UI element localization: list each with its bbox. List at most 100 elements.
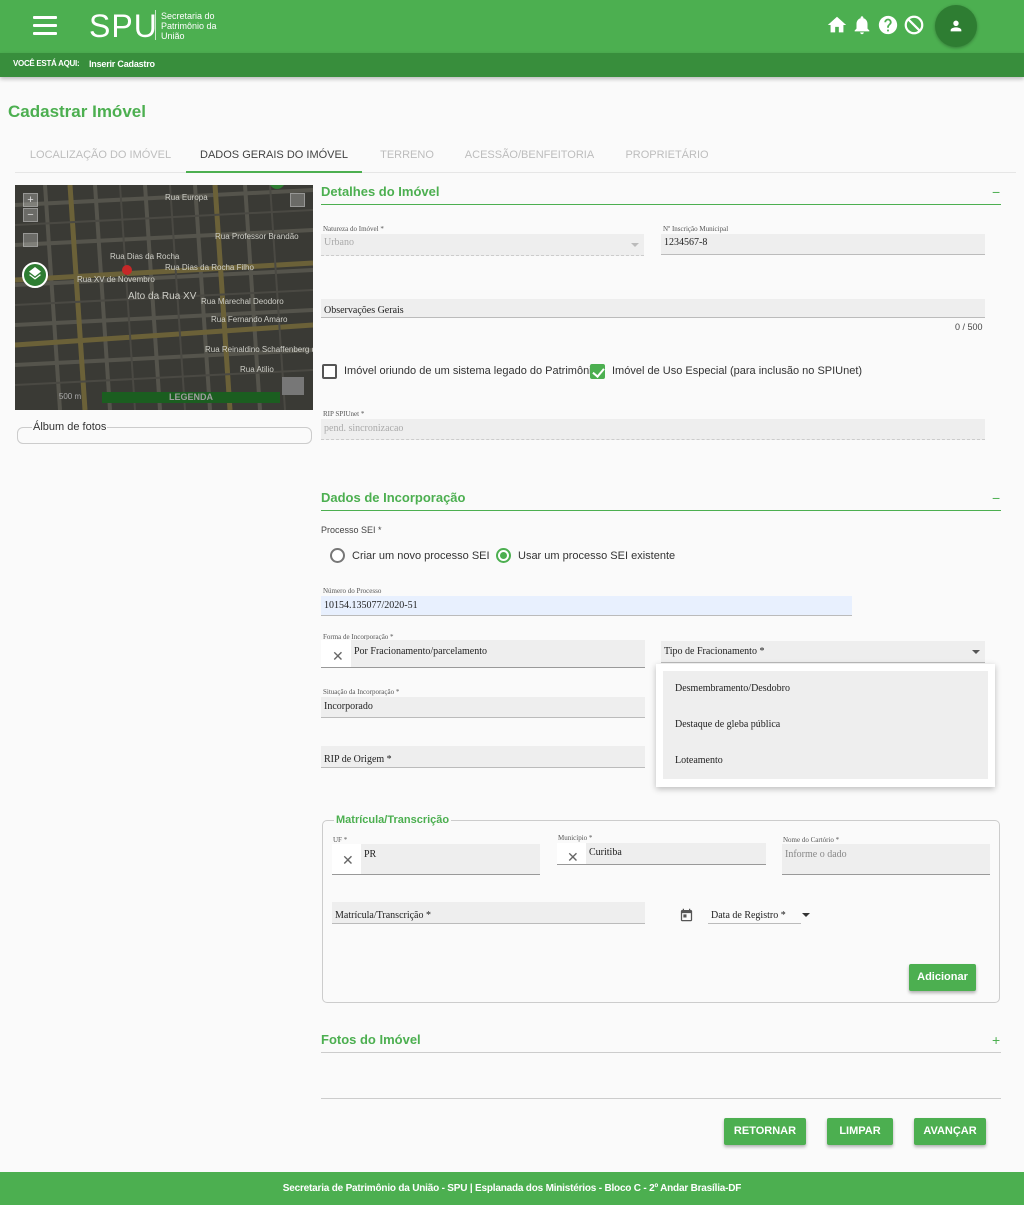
adicionar-button[interactable]: Adicionar [909,964,976,991]
radio-novo-processo[interactable] [330,548,345,563]
tab-acessao[interactable]: ACESSÃO/BENFEITORIA [452,137,607,173]
map-street-label: Rua Marechal Deodoro [201,297,284,306]
map-view[interactable]: Rua Europa Rua Professor Brandão Rua Dia… [15,185,313,410]
bell-icon[interactable] [851,13,873,37]
uf-value-box: PR [361,844,540,874]
section-fotos-title: Fotos do Imóvel [321,1032,421,1047]
radio-processo-existente[interactable] [496,548,511,563]
inscricao-field[interactable]: 1234567-8 [661,234,985,255]
chevron-down-icon [631,243,639,247]
clear-municipio-icon[interactable]: ✕ [567,850,579,864]
tipo-fracionamento-dropdown: Desmembramento/Desdobro Destaque de gleb… [656,664,995,787]
map-street-label: Rua XV de Novembro [77,275,155,284]
limpar-button[interactable]: LIMPAR [827,1118,893,1145]
inscricao-label: Nº Inscrição Municipal [663,225,729,233]
account-avatar[interactable] [935,5,977,47]
municipio-value-box: Curitiba [586,843,766,864]
natureza-select: Urbano [321,234,644,256]
expand-fotos-button[interactable]: + [992,1032,1000,1048]
top-app-bar: SPU Secretaria do Patrimônio da União [0,0,1024,53]
municipio-select[interactable]: Curitiba [557,843,766,865]
observacoes-counter: 0 / 500 [955,322,983,332]
municipio-label: Município * [558,834,593,842]
map-street-label: Rua Fernando Amaro [211,315,288,324]
section-incorporacao-title: Dados de Incorporação [321,490,466,505]
breadcrumb-label: VOCÊ ESTÁ AQUI: [13,59,80,68]
forma-value-box: Por Fracionamento/parcelamento [351,640,645,667]
processo-label: Processo SEI * [321,525,382,535]
calendar-icon[interactable] [679,907,694,923]
uso-especial-label: Imóvel de Uso Especial (para inclusão no… [612,365,863,377]
collapse-detalhes-button[interactable]: − [992,184,1000,200]
map-street-label: Rua Europa [165,193,208,202]
chevron-down-icon[interactable] [802,913,810,917]
map-street-label: Rua Dias da Rocha Filho [165,263,254,272]
menu-icon[interactable] [33,16,57,36]
dropdown-option[interactable]: Desmembramento/Desdobro [663,671,988,707]
dropdown-option[interactable]: Loteamento [663,743,988,779]
block-icon[interactable] [903,13,925,37]
layers-icon [29,267,41,280]
cartorio-label: Nome do Cartório * [783,836,840,844]
breadcrumb: VOCÊ ESTÁ AQUI: Inserir Cadastro [0,53,1024,77]
help-icon[interactable] [877,13,899,37]
uso-especial-checkbox[interactable] [590,364,605,379]
radio-novo-label: Criar um novo processo SEI [352,550,490,562]
map-fullscreen-icon[interactable] [23,233,38,247]
avancar-button[interactable]: AVANÇAR [914,1118,986,1145]
footer-text: Secretaria de Patrimônio da União - SPU … [282,1183,742,1194]
data-registro-field[interactable]: Data de Registro * [708,902,801,924]
tab-localizacao[interactable]: LOCALIZAÇÃO DO IMÓVEL [15,137,186,173]
forma-select[interactable]: Por Fracionamento/parcelamento [321,640,645,668]
numero-processo-field[interactable]: 10154.135077/2020-51 [321,596,852,616]
tab-dados-gerais[interactable]: DADOS GERAIS DO IMÓVEL [186,137,362,173]
map-street-label: Rua Reinaldino Schaffenberg de [205,345,313,354]
numero-processo-label: Número do Processo [323,587,382,595]
legado-label: Imóvel oriundo de um sistema legado do P… [344,365,598,377]
map-street-label: Rua Atilio [240,365,274,374]
situacao-label: Situação da Incorporação * [323,688,400,696]
uf-select[interactable]: PR [332,844,540,875]
album-label: Álbum de fotos [32,421,108,433]
situacao-field[interactable]: Incorporado [321,697,645,718]
map-scale: 500 m [58,392,82,401]
map-info-icon[interactable] [290,193,305,207]
observacoes-field[interactable]: Observações Gerais [321,299,985,318]
map-legend-button[interactable]: LEGENDA [102,392,280,403]
map-zoom-in-button[interactable]: + [23,193,38,207]
home-icon[interactable] [826,13,848,37]
spu-logo: SPU [89,8,158,44]
chevron-down-icon[interactable] [972,650,980,654]
logo-divider [155,10,156,40]
cartorio-field[interactable]: Informe o dado [782,844,990,875]
page-title: Cadastrar Imóvel [8,102,146,121]
retornar-button[interactable]: RETORNAR [724,1118,806,1145]
uf-label: UF * [333,836,348,844]
collapse-incorporacao-button[interactable]: − [992,490,1000,506]
rip-label: RIP SPIUnet * [323,410,365,418]
matricula-field[interactable]: Matrícula/Transcrição * [332,902,645,924]
section-divider [321,510,1001,511]
account-icon [950,20,962,32]
clear-uf-icon[interactable]: ✕ [342,853,354,867]
map-area-label: Alto da Rua XV [128,291,197,302]
section-divider [321,204,1001,205]
map-zoom-out-button[interactable]: − [23,208,38,222]
natureza-label: Natureza do Imóvel * [323,225,384,233]
rip-origem-field[interactable]: RIP de Origem * [321,746,645,768]
album-fotos[interactable]: Álbum de fotos [17,421,312,444]
tab-terreno[interactable]: TERRENO [362,137,452,173]
footer: Secretaria de Patrimônio da União - SPU … [0,1172,1024,1205]
map-layers-icon[interactable] [22,262,48,288]
legado-checkbox[interactable] [322,364,337,379]
tab-proprietario[interactable]: PROPRIETÁRIO [607,137,727,173]
logo-subtitle: Secretaria do Patrimônio da União [161,11,217,41]
rip-field: pend. sincronizacao [321,419,985,440]
dropdown-option[interactable]: Destaque de gleba pública [663,707,988,743]
breadcrumb-current[interactable]: Inserir Cadastro [89,59,155,69]
map-street-label: Rua Dias da Rocha [110,252,180,261]
clear-forma-icon[interactable]: ✕ [332,649,344,663]
section-detalhes-title: Detalhes do Imóvel [321,184,440,199]
section-divider [321,1098,1001,1099]
tipo-fracionamento-select[interactable]: Tipo de Fracionamento * [661,641,985,663]
